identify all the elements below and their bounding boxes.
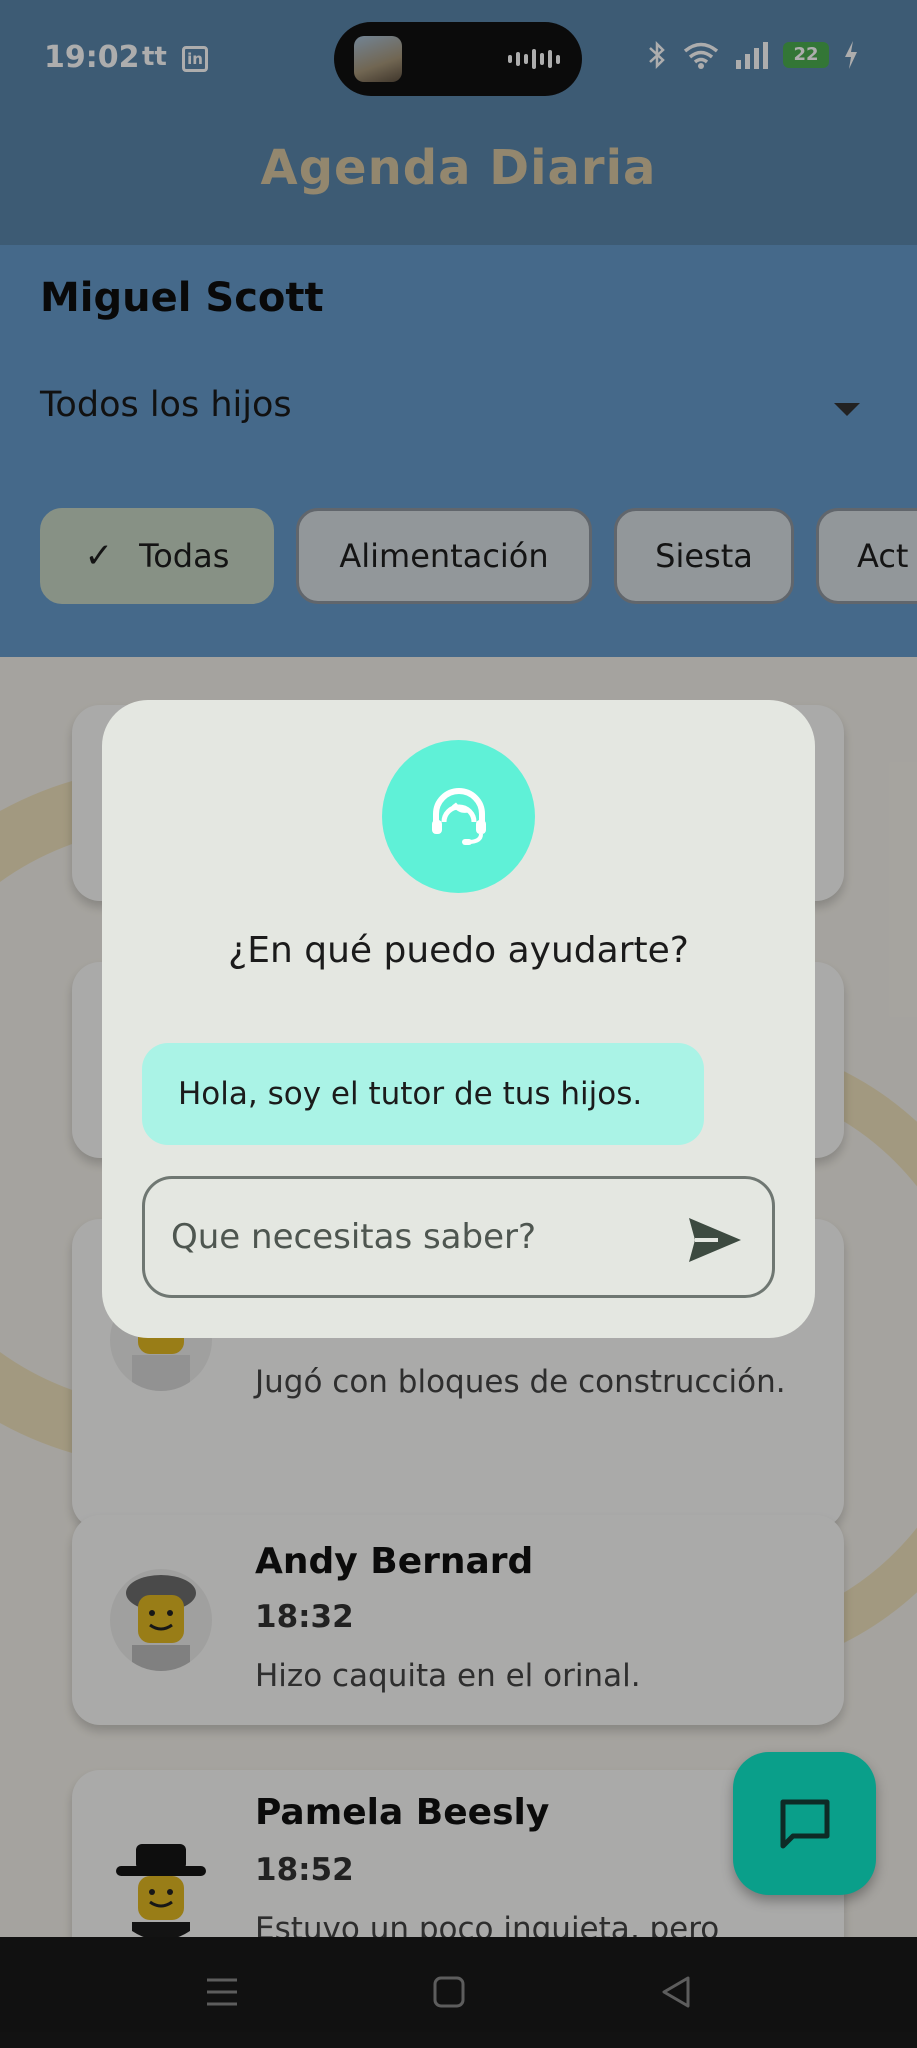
assistant-message-bubble: Hola, soy el tutor de tus hijos. (142, 1043, 704, 1145)
send-icon[interactable] (686, 1215, 744, 1265)
assistant-message-text: Hola, soy el tutor de tus hijos. (178, 1076, 643, 1112)
assistant-dialog: ¿En qué puedo ayudarte? Hola, soy el tut… (102, 700, 815, 1338)
support-agent-icon (382, 740, 535, 893)
app-root: 19:02 tt in 22 Agenda Diaria Miguel Scot… (0, 0, 917, 2048)
chat-icon (780, 1799, 829, 1848)
question-input[interactable] (171, 1199, 661, 1275)
chat-fab-button[interactable] (733, 1752, 876, 1895)
dialog-title: ¿En qué puedo ayudarte? (228, 930, 689, 971)
question-field[interactable] (142, 1176, 775, 1298)
